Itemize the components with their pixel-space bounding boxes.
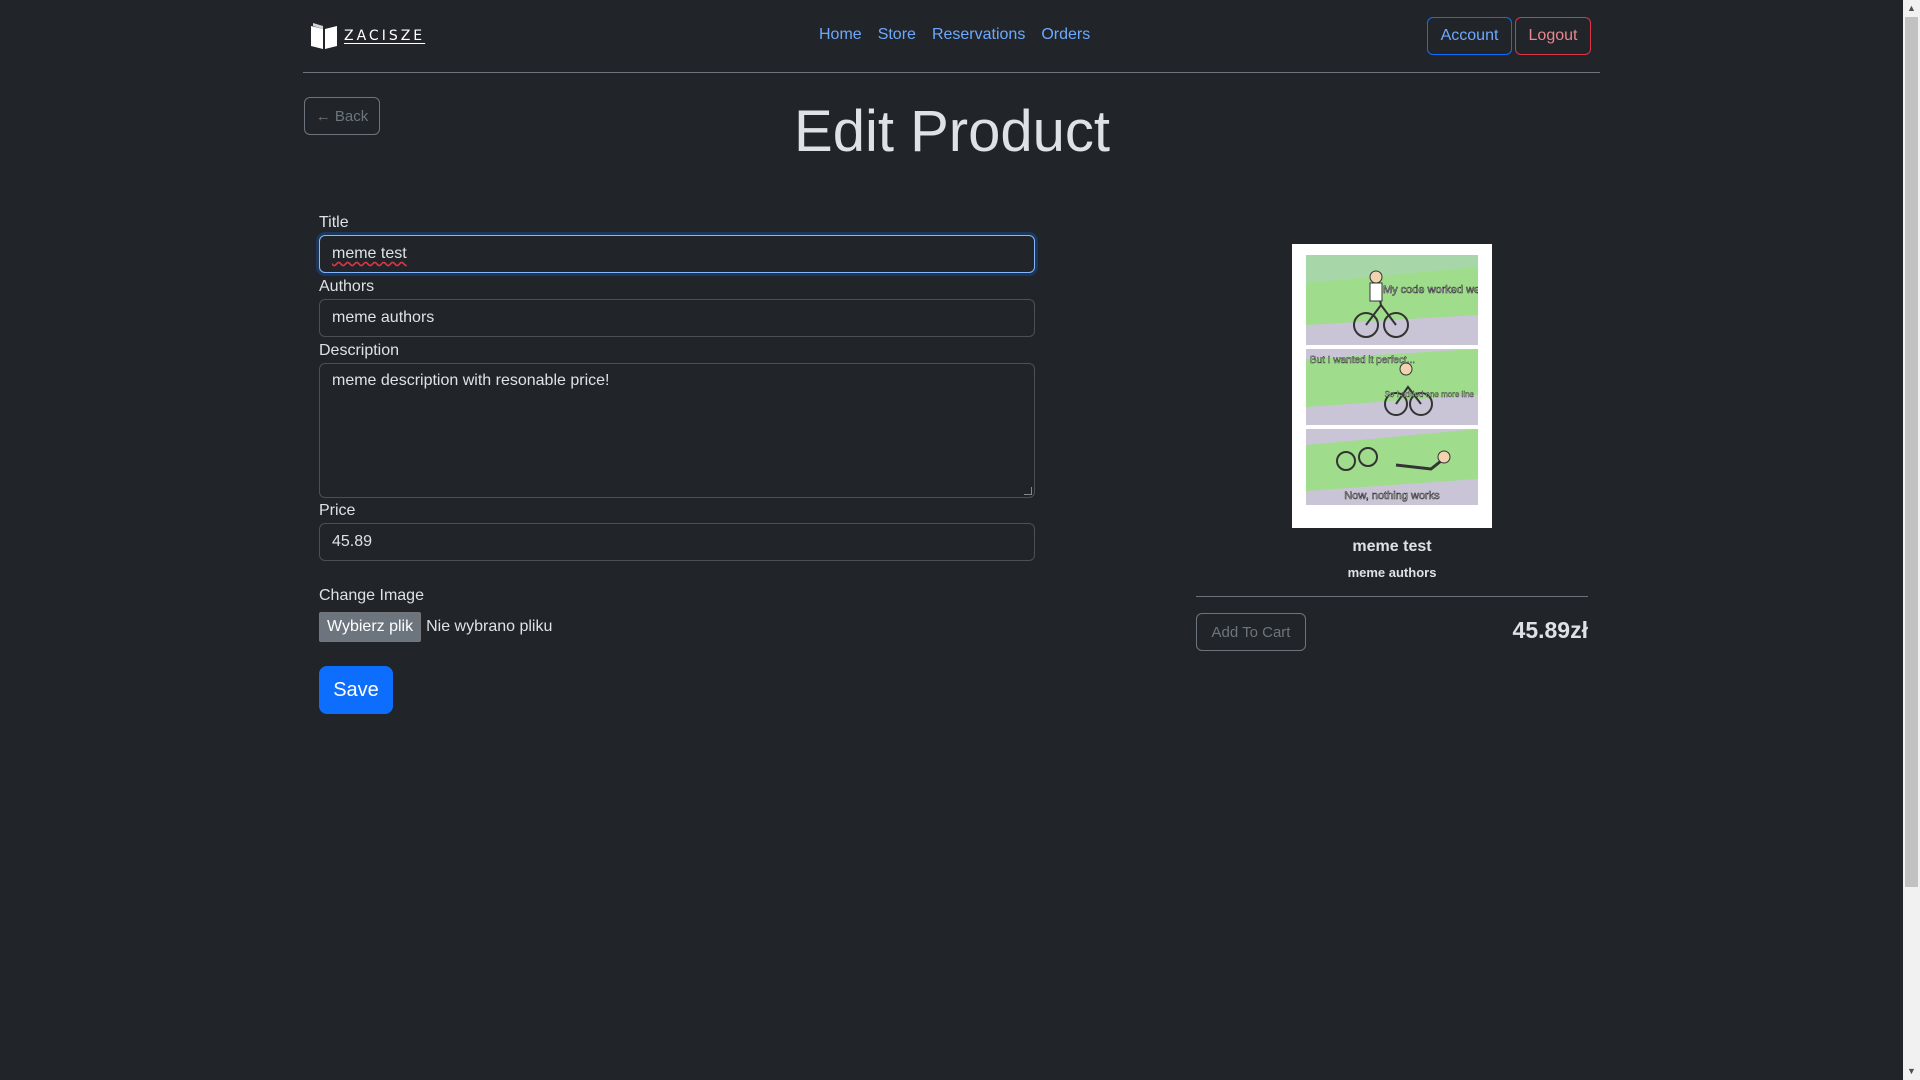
preview-title: meme test — [1352, 538, 1432, 555]
nav-reservations[interactable]: Reservations — [932, 26, 1025, 44]
logout-button[interactable]: Logout — [1515, 17, 1591, 55]
main-nav: Home Store Reservations Orders — [819, 26, 1090, 44]
logo-text: ZACISZE — [344, 28, 426, 44]
resize-handle-icon[interactable] — [1024, 487, 1032, 495]
product-preview-card: My code worked well But I wanted it perf… — [1196, 244, 1588, 657]
authors-input[interactable]: meme authors — [319, 299, 1035, 337]
book-logo-icon — [311, 23, 337, 49]
description-textarea[interactable]: meme description with resonable price! — [319, 363, 1035, 498]
price-label: Price — [319, 502, 356, 519]
description-value: meme description with resonable price! — [332, 372, 610, 389]
meme-caption-3: So I added one more line — [1385, 390, 1475, 399]
logo[interactable]: ZACISZE — [309, 22, 425, 50]
meme-caption-4: Now, nothing works — [1344, 490, 1440, 502]
nav-store[interactable]: Store — [878, 26, 916, 44]
nav-orders[interactable]: Orders — [1041, 26, 1090, 44]
scrollbar-thumb[interactable] — [1905, 17, 1918, 887]
scroll-down-arrow-icon[interactable]: ▼ — [1903, 1063, 1920, 1080]
change-image-label: Change Image — [319, 587, 424, 604]
save-button[interactable]: Save — [319, 666, 393, 714]
meme-image: My code worked well But I wanted it perf… — [1306, 255, 1478, 505]
page-title: Edit Product — [794, 99, 1110, 164]
account-button[interactable]: Account — [1427, 17, 1512, 55]
file-status: Nie wybrano pliku — [426, 618, 553, 635]
price-input[interactable]: 45.89 — [319, 523, 1035, 561]
top-navbar: ZACISZE Home Store Reservations Orders A… — [303, 0, 1600, 73]
meme-caption-2: But I wanted it perfect... — [1310, 355, 1415, 366]
meme-caption-1: My code worked well — [1383, 284, 1478, 296]
add-to-cart-button[interactable]: Add To Cart — [1196, 613, 1306, 651]
preview-authors: meme authors — [1347, 565, 1437, 580]
authors-label: Authors — [319, 278, 375, 295]
page-scrollbar[interactable]: ▲ ▼ — [1903, 0, 1920, 1080]
title-label: Title — [319, 214, 349, 231]
product-image: My code worked well But I wanted it perf… — [1292, 244, 1492, 528]
title-value: meme test — [332, 245, 407, 262]
file-input: Wybierz plik Nie wybrano pliku — [319, 612, 1035, 642]
choose-file-button[interactable]: Wybierz plik — [319, 612, 422, 642]
card-footer: Add To Cart 45.89zł — [1196, 597, 1588, 657]
edit-product-form: Title meme test Authors meme authors Des… — [319, 213, 1035, 714]
scroll-up-arrow-icon[interactable]: ▲ — [1903, 0, 1920, 17]
title-input[interactable]: meme test — [319, 235, 1035, 273]
nav-home[interactable]: Home — [819, 26, 862, 44]
description-label: Description — [319, 342, 400, 359]
preview-price: 45.89zł — [1512, 617, 1588, 643]
